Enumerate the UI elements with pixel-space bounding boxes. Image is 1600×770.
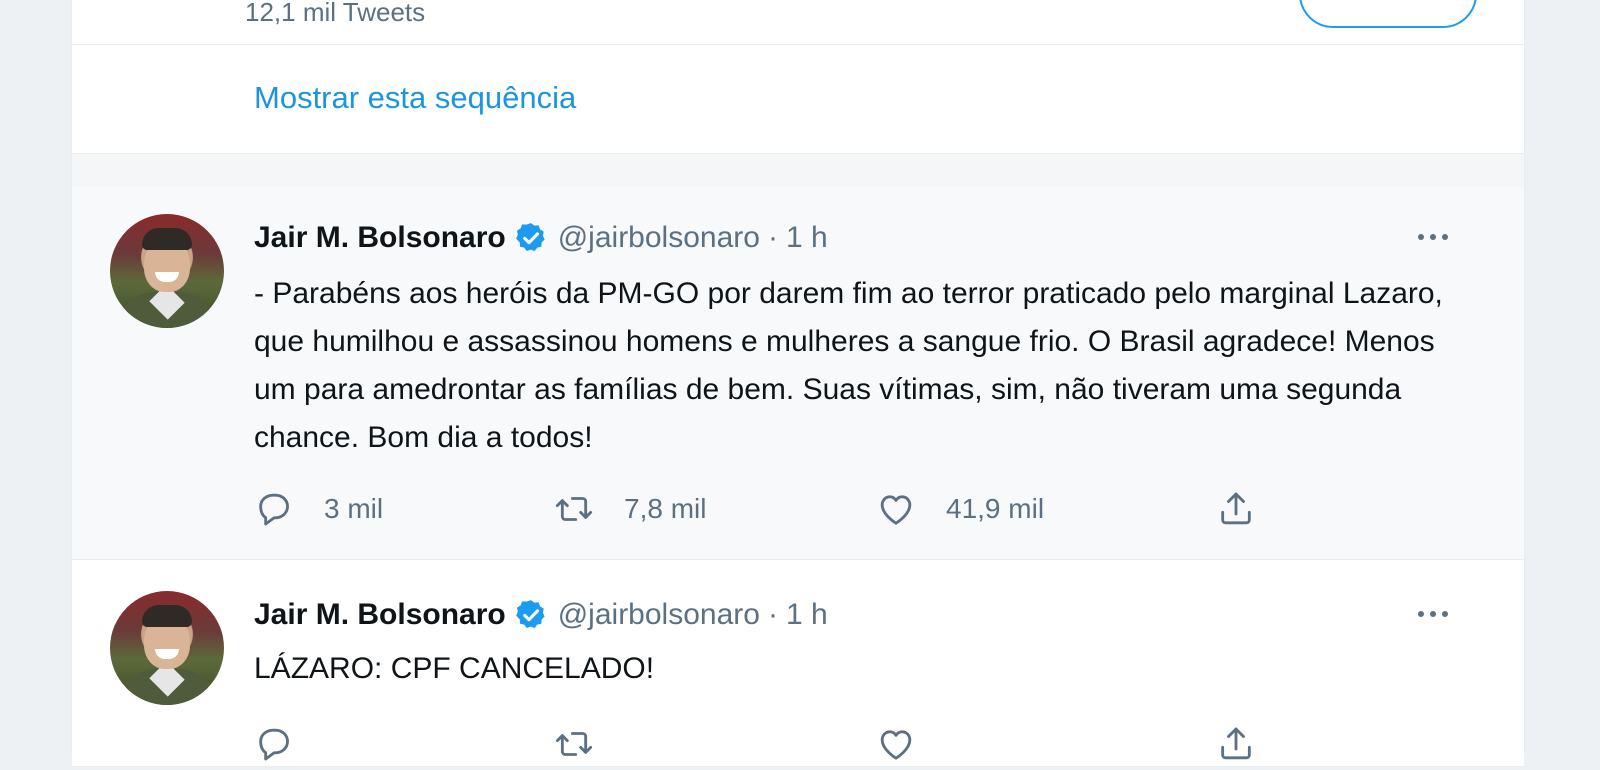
- display-name[interactable]: Jair M. Bolsonaro: [254, 598, 506, 632]
- reply-button[interactable]: [254, 718, 324, 770]
- retweet-button[interactable]: 7,8 mil: [554, 483, 706, 535]
- tweet-text: LÁZARO: CPF CANCELADO!: [254, 652, 655, 685]
- tweet-timestamp[interactable]: 1 h: [786, 221, 828, 255]
- user-handle[interactable]: @jairbolsonaro: [558, 598, 760, 632]
- display-name[interactable]: Jair M. Bolsonaro: [254, 221, 506, 255]
- like-button[interactable]: [876, 718, 946, 770]
- like-count: 41,9 mil: [946, 493, 1045, 524]
- separator-dot: ·: [767, 221, 778, 254]
- share-icon: [1221, 727, 1251, 760]
- avatar[interactable]: [110, 214, 224, 328]
- avatar[interactable]: [110, 591, 224, 705]
- tweet-header: Jair M. Bolsonaro @jairbolsonaro · 1 h: [254, 218, 828, 258]
- share-button[interactable]: [1216, 483, 1256, 535]
- heart-icon: [880, 495, 912, 525]
- tweet-count: 12,1 mil Tweets: [245, 0, 426, 27]
- tweet[interactable]: Jair M. Bolsonaro @jairbolsonaro · 1 h L…: [72, 566, 1524, 767]
- verified-badge-icon: [515, 223, 545, 252]
- share-button[interactable]: [1216, 718, 1256, 770]
- user-handle[interactable]: @jairbolsonaro: [558, 221, 760, 255]
- reply-button[interactable]: 3 mil: [254, 483, 383, 535]
- show-thread-row[interactable]: Mostrar esta sequência: [72, 45, 1524, 152]
- more-horizontal-icon[interactable]: [1413, 602, 1453, 626]
- follow-button[interactable]: [1299, 0, 1477, 28]
- tweet-actions: 3 mil 7,8 mil 41,9 mil: [254, 483, 1374, 535]
- reply-icon: [259, 728, 289, 761]
- tweet-text: - Parabéns aos heróis da PM-GO por darem…: [254, 277, 1443, 454]
- share-icon: [1221, 492, 1251, 525]
- retweet-count: 7,8 mil: [624, 493, 707, 524]
- tweet-actions: [254, 718, 1374, 770]
- tweet[interactable]: Jair M. Bolsonaro @jairbolsonaro · 1 h -…: [72, 187, 1524, 560]
- verified-badge-icon: [515, 600, 545, 629]
- like-button[interactable]: 41,9 mil: [876, 483, 1044, 535]
- heart-icon: [880, 730, 912, 760]
- section-divider: [72, 153, 1524, 188]
- tweet-header: Jair M. Bolsonaro @jairbolsonaro · 1 h: [254, 595, 828, 635]
- tweet-timestamp[interactable]: 1 h: [786, 598, 828, 632]
- separator-dot: ·: [767, 598, 778, 631]
- reply-count: 3 mil: [324, 493, 384, 524]
- reply-icon: [259, 493, 289, 526]
- retweet-icon: [555, 732, 593, 756]
- show-thread-link[interactable]: Mostrar esta sequência: [254, 80, 576, 116]
- retweet-icon: [555, 497, 593, 521]
- timeline: 12,1 mil Tweets Mostrar esta sequência J…: [71, 0, 1525, 767]
- more-horizontal-icon[interactable]: [1413, 225, 1453, 249]
- retweet-button[interactable]: [554, 718, 624, 770]
- profile-card: 12,1 mil Tweets: [72, 0, 1524, 45]
